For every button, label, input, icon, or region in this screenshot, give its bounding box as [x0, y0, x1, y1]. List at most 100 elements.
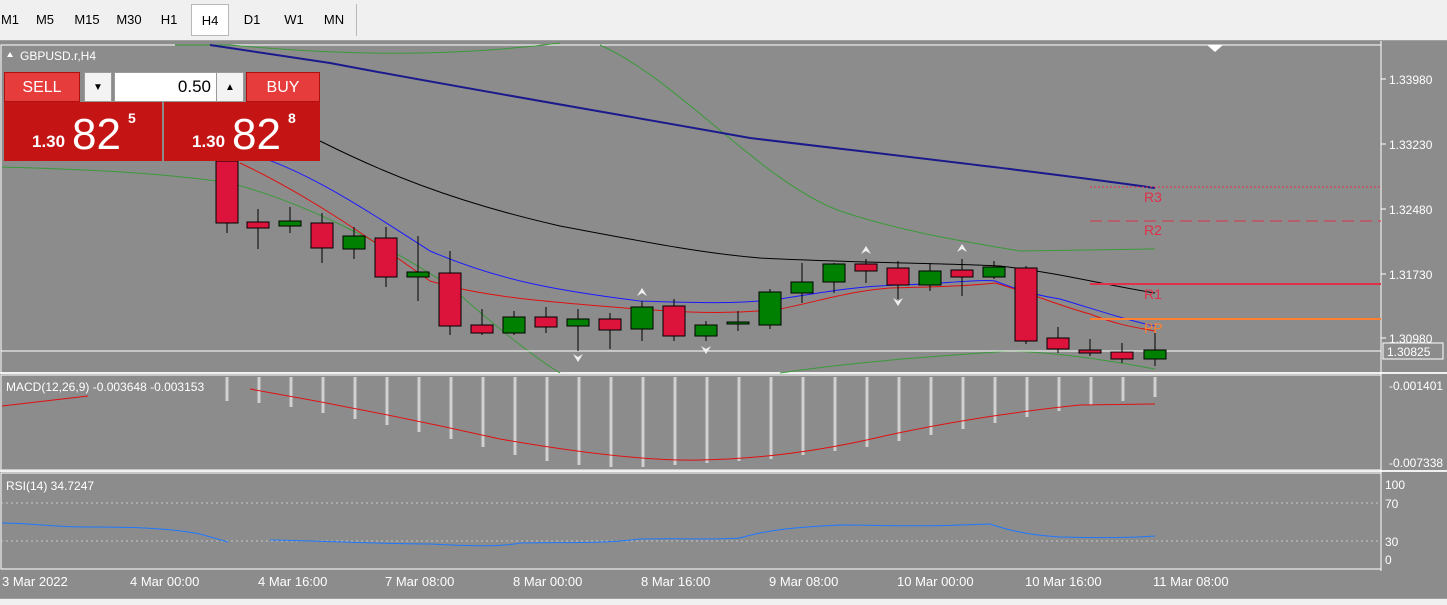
candle-body [534, 316, 558, 328]
sell-price-big: 82 [72, 110, 121, 159]
candles-group [215, 131, 1167, 366]
macd-histogram [225, 377, 1157, 467]
candle-body [694, 324, 718, 337]
lower-band-line [779, 350, 1156, 374]
rsi-label: RSI(14) 34.7247 [6, 479, 94, 493]
price-label: 1.33230 [1389, 138, 1433, 152]
candle-body [758, 291, 782, 326]
tf-mn[interactable]: MN [314, 4, 354, 36]
buy-price-sup: 8 [288, 110, 296, 126]
buy-button[interactable]: BUY [246, 72, 320, 102]
time-label: 9 Mar 08:00 [769, 574, 838, 589]
tf-w1[interactable]: W1 [274, 4, 314, 36]
sell-button[interactable]: SELL [4, 72, 80, 102]
tf-h4[interactable]: H4 [191, 4, 229, 36]
lot-decrease-button[interactable]: ▼ [84, 72, 112, 102]
pivot-label-r2: R2 [1144, 222, 1162, 238]
time-label: 10 Mar 16:00 [1025, 574, 1102, 589]
candle-body [1014, 267, 1038, 342]
candle-body [726, 321, 750, 325]
chart-shift-icon[interactable] [1207, 45, 1223, 52]
rsi-line [1, 522, 229, 543]
slow-ma-line [209, 44, 1156, 189]
candle-body [886, 267, 910, 286]
fractal-down-icon [573, 354, 583, 362]
macd-level-label: -0.001401 [1389, 379, 1443, 393]
lot-size-input[interactable] [114, 72, 218, 102]
macd-label: MACD(12,26,9) -0.003648 -0.003153 [6, 380, 204, 394]
candle-body [1078, 349, 1102, 354]
macd-pane-frame [0, 374, 1382, 471]
price-label: 1.31730 [1389, 268, 1433, 282]
pivot-label-r3: R3 [1144, 189, 1162, 205]
candle-body [406, 271, 430, 278]
time-label: 8 Mar 00:00 [513, 574, 582, 589]
time-label: 11 Mar 08:00 [1153, 574, 1229, 589]
rsi-pane-frame [0, 472, 1382, 570]
tf-h1[interactable]: H1 [150, 4, 188, 36]
buy-price-prefix: 1.30 [192, 132, 226, 151]
fractal-up-icon [637, 288, 647, 296]
rsi-line [269, 523, 1156, 547]
time-label: 10 Mar 00:00 [897, 574, 974, 589]
time-label: 4 Mar 16:00 [258, 574, 327, 589]
sell-price-box[interactable]: 1.30 82 5 [4, 102, 162, 161]
sell-price-sup: 5 [128, 110, 136, 126]
tf-m15[interactable]: M15 [67, 4, 107, 36]
tf-m30[interactable]: M30 [109, 4, 149, 36]
toolbar-separator [356, 4, 357, 36]
tf-d1[interactable]: D1 [232, 4, 272, 36]
buy-price-box[interactable]: 1.30 82 8 [164, 102, 320, 161]
time-label: 8 Mar 16:00 [641, 574, 710, 589]
candle-body [982, 266, 1006, 278]
macd-signal-line [1, 395, 89, 407]
rsi-level-label: 30 [1385, 535, 1399, 549]
one-click-trading-panel: SELL ▼ ▲ BUY 1.30 82 5 1.30 82 8 [4, 72, 320, 161]
candle-body [278, 220, 302, 227]
candle-body [502, 316, 526, 334]
lower-band-line [1, 166, 561, 374]
candle-body [438, 272, 462, 327]
pivot-label-pp: PP [1144, 320, 1163, 336]
time-label: 7 Mar 08:00 [385, 574, 454, 589]
price-label: 1.33980 [1389, 73, 1433, 87]
candle-body [342, 235, 366, 250]
candle-body [1110, 351, 1134, 360]
candle-body [662, 305, 686, 337]
fractal-up-icon [861, 246, 871, 254]
chart-area[interactable]: GBPUSD.r,H4 R3 R2 R1 PP 1.33980 1.33230 … [0, 41, 1447, 598]
candle-body [822, 263, 846, 283]
price-label: 1.32480 [1389, 203, 1433, 217]
macd-level-label: -0.007338 [1389, 456, 1443, 470]
symbol-label: GBPUSD.r,H4 [20, 49, 96, 63]
fractal-down-icon [893, 298, 903, 306]
lot-increase-button[interactable]: ▲ [216, 72, 244, 102]
fractal-down-icon [701, 346, 711, 354]
candle-body [1143, 349, 1167, 360]
pivot-label-r1: R1 [1144, 286, 1162, 302]
tf-m1[interactable]: M1 [0, 4, 20, 36]
rsi-level-label: 70 [1385, 497, 1399, 511]
candle-body [374, 237, 398, 278]
candle-body [790, 281, 814, 294]
candle-body [215, 160, 239, 224]
rsi-level-label: 0 [1385, 553, 1392, 567]
candle-body [950, 269, 974, 278]
sell-price-prefix: 1.30 [32, 132, 66, 151]
fractal-up-icon [957, 244, 967, 252]
candle-body [598, 318, 622, 331]
candle-body [310, 222, 334, 249]
candle-body [854, 263, 878, 272]
upper-band-line [599, 44, 1156, 252]
candle-body [630, 306, 654, 330]
candle-body [246, 221, 270, 229]
time-label: 3 Mar 2022 [2, 574, 68, 589]
timeframe-toolbar: M1 M5 M15 M30 H1 H4 D1 W1 MN [0, 0, 1447, 41]
tf-m5[interactable]: M5 [25, 4, 65, 36]
rsi-level-label: 100 [1385, 478, 1405, 492]
candle-body [470, 324, 494, 334]
collapse-triangle-icon[interactable] [7, 52, 13, 57]
current-price-label: 1.30825 [1387, 345, 1431, 359]
candle-body [1046, 337, 1070, 350]
buy-price-big: 82 [232, 110, 281, 159]
